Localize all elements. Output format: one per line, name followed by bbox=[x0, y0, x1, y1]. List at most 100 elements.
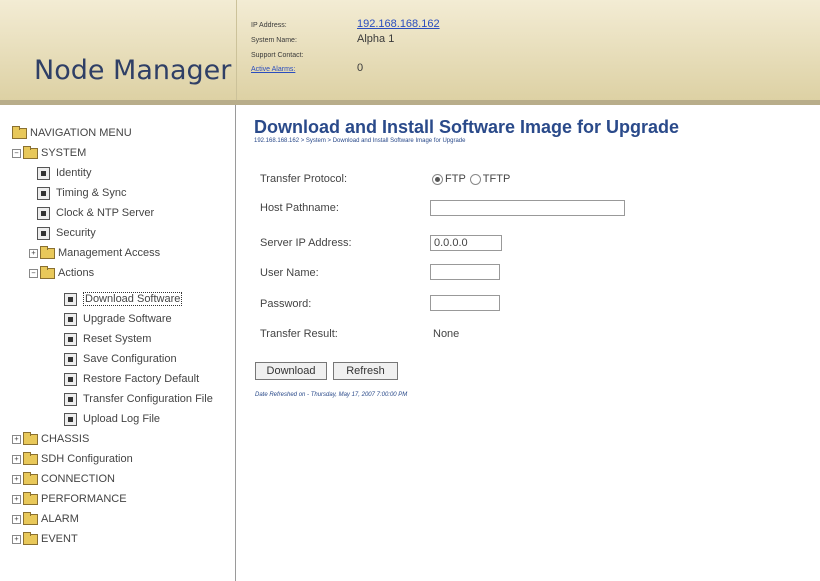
active-alarms-value: 0 bbox=[357, 62, 364, 74]
nav-item-label: Upload Log File bbox=[83, 413, 161, 425]
nav-sdh-configuration[interactable]: + SDH Configuration bbox=[12, 449, 133, 469]
system-name-label: System Name: bbox=[251, 37, 297, 44]
page-icon bbox=[64, 332, 77, 346]
nav-item-security[interactable]: Security bbox=[37, 223, 96, 243]
nav-item-label: Clock & NTP Server bbox=[56, 207, 155, 219]
nav-system-label: SYSTEM bbox=[41, 147, 87, 159]
page-icon bbox=[37, 166, 50, 180]
page-icon bbox=[64, 352, 77, 366]
nav-item-label: Transfer Configuration File bbox=[83, 393, 213, 405]
nav-item-label: Management Access bbox=[58, 247, 161, 259]
expand-icon[interactable]: + bbox=[12, 514, 21, 524]
expand-icon[interactable]: + bbox=[12, 534, 21, 544]
page-icon bbox=[64, 412, 77, 426]
tftp-label: TFTP bbox=[482, 173, 511, 185]
folder-icon bbox=[23, 491, 38, 505]
nav-item-label: ALARM bbox=[41, 513, 79, 525]
nav-item-label: Timing & Sync bbox=[56, 187, 127, 199]
nav-chassis[interactable]: + CHASSIS bbox=[12, 429, 89, 449]
expand-icon[interactable]: + bbox=[12, 494, 21, 504]
active-alarms-link[interactable]: Active Alarms: bbox=[251, 66, 295, 73]
transfer-protocol-label: Transfer Protocol: bbox=[260, 173, 348, 185]
support-contact-label: Support Contact: bbox=[251, 52, 304, 59]
nav-item-label: Identity bbox=[56, 167, 92, 179]
system-name-value: Alpha 1 bbox=[357, 33, 395, 45]
folder-icon bbox=[23, 471, 38, 485]
ftp-radio[interactable] bbox=[432, 173, 443, 185]
nav-item-label: CONNECTION bbox=[41, 473, 115, 485]
nav-item-label: Upgrade Software bbox=[83, 313, 172, 325]
expand-icon[interactable]: + bbox=[12, 434, 21, 444]
nav-item-label: PERFORMANCE bbox=[41, 493, 127, 505]
transfer-result-value: None bbox=[433, 328, 460, 340]
ftp-label: FTP bbox=[445, 173, 466, 185]
nav-item-download-software[interactable]: Download Software bbox=[64, 289, 183, 309]
host-pathname-input[interactable] bbox=[430, 200, 625, 216]
download-button[interactable]: Download bbox=[255, 362, 327, 380]
password-input[interactable] bbox=[430, 295, 500, 311]
nav-item-upgrade-software[interactable]: Upgrade Software bbox=[64, 309, 172, 329]
page-icon bbox=[37, 226, 50, 240]
nav-root-label: NAVIGATION MENU bbox=[30, 127, 132, 139]
nav-actions[interactable]: − Actions bbox=[29, 263, 94, 283]
nav-item-save-configuration[interactable]: Save Configuration bbox=[64, 349, 177, 369]
nav-item-label: Restore Factory Default bbox=[83, 373, 200, 385]
page-icon bbox=[37, 206, 50, 220]
expand-icon[interactable]: + bbox=[12, 454, 21, 464]
page-icon bbox=[37, 186, 50, 200]
nav-root[interactable]: NAVIGATION MENU bbox=[12, 123, 132, 143]
nav-management-access[interactable]: + Management Access bbox=[29, 243, 160, 263]
collapse-icon[interactable]: − bbox=[29, 268, 38, 278]
nav-item-upload-log-file[interactable]: Upload Log File bbox=[64, 409, 160, 429]
nav-item-timing-sync[interactable]: Timing & Sync bbox=[37, 183, 127, 203]
refresh-button[interactable]: Refresh bbox=[333, 362, 398, 380]
ip-address-label: IP Address: bbox=[251, 22, 287, 29]
nav-system[interactable]: − SYSTEM bbox=[12, 143, 86, 163]
folder-icon bbox=[23, 531, 38, 545]
nav-item-restore-factory-default[interactable]: Restore Factory Default bbox=[64, 369, 199, 389]
nav-item-transfer-configuration-file[interactable]: Transfer Configuration File bbox=[64, 389, 213, 409]
page-icon bbox=[64, 372, 77, 386]
nav-item-clock-ntp[interactable]: Clock & NTP Server bbox=[37, 203, 154, 223]
folder-icon bbox=[40, 265, 55, 279]
folder-icon bbox=[12, 125, 27, 139]
password-label: Password: bbox=[260, 298, 312, 310]
folder-icon bbox=[23, 451, 38, 465]
page-icon bbox=[64, 392, 77, 406]
refresh-timestamp: Date Refreshed on - Thursday, May 17, 20… bbox=[255, 392, 408, 398]
server-ip-label: Server IP Address: bbox=[260, 237, 352, 249]
page-title: Download and Install Software Image for … bbox=[254, 117, 680, 137]
folder-icon bbox=[40, 245, 55, 259]
nav-connection[interactable]: + CONNECTION bbox=[12, 469, 115, 489]
page-icon bbox=[64, 292, 77, 306]
nav-item-label: Save Configuration bbox=[83, 353, 177, 365]
app-logo: Node Manager bbox=[34, 55, 232, 86]
user-name-label: User Name: bbox=[260, 267, 319, 279]
nav-alarm[interactable]: + ALARM bbox=[12, 509, 79, 529]
host-pathname-label: Host Pathname: bbox=[260, 202, 339, 214]
nav-item-label: Download Software bbox=[83, 292, 183, 306]
server-ip-input[interactable] bbox=[430, 235, 502, 251]
nav-item-label: EVENT bbox=[41, 533, 78, 545]
page-icon bbox=[64, 312, 77, 326]
ip-address-link[interactable]: 192.168.168.162 bbox=[357, 18, 440, 30]
tftp-radio[interactable] bbox=[469, 173, 481, 185]
expand-icon[interactable]: + bbox=[12, 474, 21, 484]
nav-item-label: Security bbox=[56, 227, 96, 239]
nav-item-identity[interactable]: Identity bbox=[37, 163, 91, 183]
breadcrumb: 192.168.168.162 > System > Download and … bbox=[254, 138, 466, 144]
folder-icon bbox=[23, 511, 38, 525]
expand-icon[interactable]: + bbox=[29, 248, 38, 258]
nav-item-label: Reset System bbox=[83, 333, 152, 345]
user-name-input[interactable] bbox=[430, 264, 500, 280]
nav-event[interactable]: + EVENT bbox=[12, 529, 78, 549]
nav-item-reset-system[interactable]: Reset System bbox=[64, 329, 151, 349]
transfer-result-label: Transfer Result: bbox=[260, 328, 338, 340]
nav-item-label: Actions bbox=[58, 267, 95, 279]
folder-icon bbox=[23, 145, 38, 159]
transfer-protocol-group: FTP TFTP bbox=[432, 173, 510, 185]
collapse-icon[interactable]: − bbox=[12, 148, 21, 158]
nav-item-label: SDH Configuration bbox=[41, 453, 133, 465]
nav-performance[interactable]: + PERFORMANCE bbox=[12, 489, 127, 509]
header-divider bbox=[236, 0, 237, 100]
